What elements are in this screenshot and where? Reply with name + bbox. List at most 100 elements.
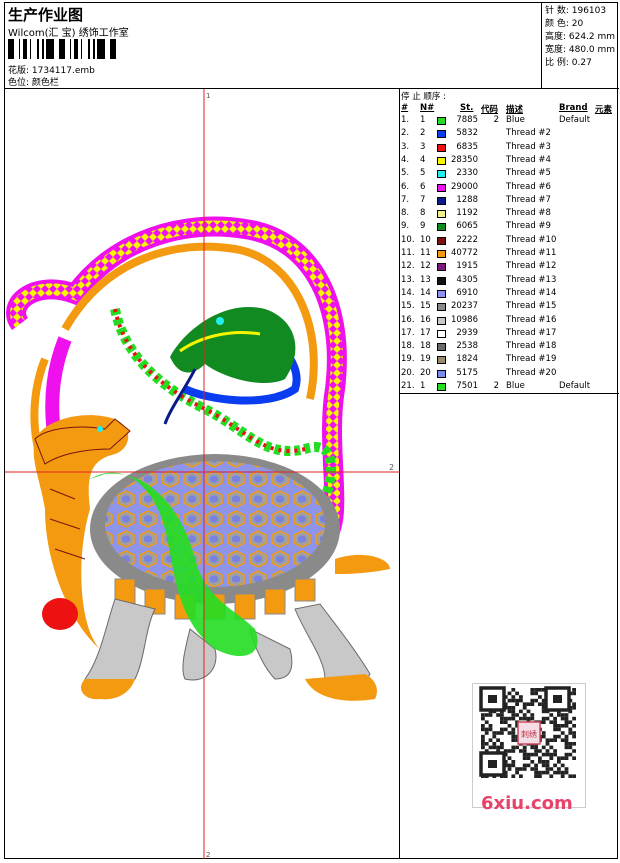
row-stitches: 7501 [456,381,478,391]
thread-color-swatch [437,250,446,258]
thread-color-swatch [437,289,446,298]
thread-color-swatch [437,196,446,205]
thread-row: 13. 13 4305 Thread #13 [400,275,619,288]
row-description: Thread #20 [506,367,557,378]
row-index: 3. [401,141,410,152]
thread-row: 14. 14 6910 Thread #14 [400,288,619,301]
thread-color-swatch [437,303,446,312]
row-index: 16. [401,314,415,325]
row-stitches: 2222 [456,234,478,245]
row-needle: 6 [420,181,426,192]
row-index: 20. [401,367,415,378]
row-needle: 3 [420,141,426,152]
thread-row: 2. 2 5832 Thread #2 [400,128,619,141]
row-index: 7. [401,194,410,205]
thread-row: 12. 12 1915 Thread #12 [400,261,619,274]
row-index: 1. [401,115,410,125]
thread-color-swatch [437,236,446,245]
row-description: Thread #16 [506,314,557,325]
row-needle: 2 [420,128,426,139]
row-description: Thread #11 [506,248,557,258]
row-needle: 14 [420,287,431,298]
row-needle: 15 [420,301,431,312]
row-description: Thread #12 [506,261,557,272]
row-index: 14. [401,287,415,298]
row-index: 13. [401,274,415,285]
stop-sequence-label: 停 止 顺序 : [401,92,446,102]
row-description: Thread #14 [506,287,557,298]
row-index: 21. [401,381,415,391]
row-description: Thread #18 [506,341,557,352]
row-needle: 12 [420,261,431,272]
thread-color-swatch [437,369,446,378]
row-description: Thread #2 [506,128,551,139]
row-index: 4. [401,154,410,165]
row-index: 9. [401,221,410,232]
row-needle: 13 [420,274,431,285]
row-needle: 18 [420,341,431,352]
row-stitches: 10986 [450,314,478,325]
row-stitches: 1288 [456,194,478,205]
row-description: Thread #19 [506,354,557,365]
row-description: Thread #15 [506,301,557,312]
thread-color-swatch [437,210,446,219]
col-header-element: 元素 [595,105,613,115]
row-index: 11. [401,248,415,258]
row-code: 2 [493,381,499,391]
thread-row: 8. 8 1192 Thread #8 [400,208,619,221]
row-stitches: 1192 [456,208,478,219]
row-description: Thread #10 [506,234,557,245]
thread-color-swatch [437,170,446,179]
row-description: Thread #13 [506,274,557,285]
stitch-count: 针 数: 196103 [545,6,607,16]
row-stitches: 20237 [450,301,478,312]
thread-color-swatch [437,117,446,125]
row-stitches: 5832 [456,128,478,139]
row-needle: 16 [420,314,431,325]
row-description: Blue [506,115,525,125]
row-stitches: 2330 [456,168,478,179]
worksheet-frame: 生产作业图 Wilcom(汇 宝) 绣饰工作室 花版: 1734117.emb … [4,2,619,859]
row-index: 17. [401,327,415,338]
row-stitches: 6065 [456,221,478,232]
thread-row: 21. 1 7501 2 Blue Default [400,381,619,394]
thread-row: 6. 6 29000 Thread #6 [400,182,619,195]
thread-row: 1. 1 7885 2 Blue Default [400,115,619,128]
thread-row: 19. 19 1824 Thread #19 [400,354,619,367]
watermark-site: 6xiu.com [481,793,573,814]
row-needle: 11 [420,248,431,258]
row-index: 10. [401,234,415,245]
row-description: Thread #8 [506,208,551,219]
page-title: 生产作业图 [8,6,84,24]
qr-code: 刺绣 [472,683,586,808]
row-stitches: 28350 [450,154,478,165]
color-count: 颜 色: 20 [545,19,584,29]
company-name: Wilcom(汇 宝) 绣饰工作室 [8,28,129,39]
row-needle: 1 [420,381,426,391]
row-index: 5. [401,168,410,179]
header: 生产作业图 Wilcom(汇 宝) 绣饰工作室 花版: 1734117.emb … [5,3,541,89]
thread-color-swatch [437,143,446,152]
col-header-code: 代码 [481,105,499,115]
thread-row: 3. 3 6835 Thread #3 [400,142,619,155]
row-needle: 4 [420,154,426,165]
col-header-brand: Brand [559,103,588,113]
thread-color-swatch [437,356,446,365]
design-scale: 比 例: 0.27 [545,58,592,68]
thread-row: 17. 17 2939 Thread #17 [400,328,619,341]
thread-color-swatch [437,156,446,165]
thread-color-swatch [437,329,446,338]
row-description: Thread #3 [506,141,551,152]
design-height: 高度: 624.2 mm [545,32,616,42]
row-description: Blue [506,381,525,391]
svg-text:刺绣: 刺绣 [521,729,537,739]
row-index: 15. [401,301,415,312]
row-description: Thread #17 [506,327,557,338]
row-stitches: 2939 [456,327,478,338]
thread-row: 20. 20 5175 Thread #20 [400,368,619,381]
col-header-description: 描述 [506,105,524,115]
row-brand: Default [559,115,591,125]
row-needle: 7 [420,194,426,205]
row-description: Thread #6 [506,181,551,192]
thread-row: 10. 10 2222 Thread #10 [400,235,619,248]
